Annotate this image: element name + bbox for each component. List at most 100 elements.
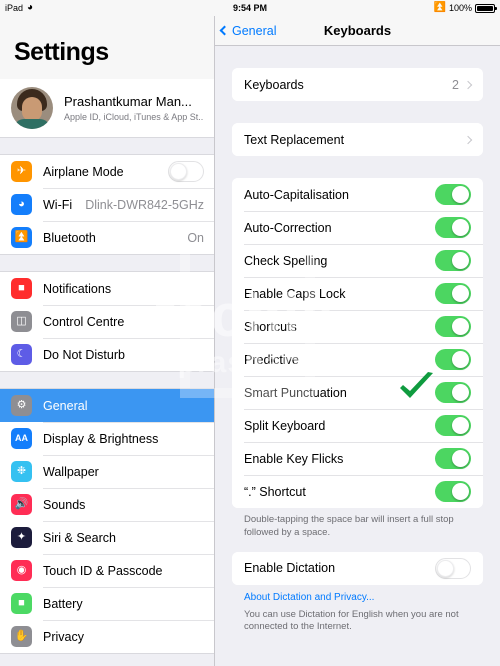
row-enable-key-flicks[interactable]: Enable Key Flicks [232, 442, 483, 475]
sidebar-item-label: Do Not Disturb [43, 347, 125, 362]
detail-scroll-area[interactable]: Keyboards 2 Text Replacement Auto-Capita… [215, 46, 500, 666]
wifi-network-value: Dlink-DWR842-5GHz [85, 197, 204, 212]
enable-key-flicks-toggle[interactable] [435, 448, 471, 469]
sidebar-item-wifi[interactable]: ◕ Wi-Fi Dlink-DWR842-5GHz [0, 188, 214, 221]
row-enable-dictation[interactable]: Enable Dictation [232, 551, 483, 585]
bluetooth-icon: ⏫ [433, 2, 446, 13]
settings-sidebar[interactable]: Settings Prashantkumar Man... Apple ID, … [0, 16, 215, 666]
chevron-left-icon [219, 25, 230, 36]
status-bar: iPad ◕ 9:54 PM ⏫ 100% [0, 0, 500, 16]
row-split-keyboard[interactable]: Split Keyboard [232, 409, 483, 442]
sidebar-item-label: Notifications [43, 281, 112, 296]
privacy-hand-icon: ✋ [11, 626, 32, 647]
row-auto-capitalisation[interactable]: Auto-Capitalisation [232, 178, 483, 211]
battery-full-icon [475, 3, 497, 13]
period-shortcut-toggle[interactable] [435, 481, 471, 502]
auto-capitalisation-toggle[interactable] [435, 184, 471, 205]
smart-punctuation-toggle[interactable] [435, 382, 471, 403]
sidebar-item-label: Siri & Search [43, 530, 116, 545]
sidebar-item-do-not-disturb[interactable]: ☾ Do Not Disturb [0, 338, 214, 371]
sidebar-item-label: Sounds [43, 497, 86, 512]
wifi-icon: ◕ [11, 194, 32, 215]
profile-name: Prashantkumar Man... [64, 94, 192, 109]
row-label: Auto-Correction [244, 220, 332, 235]
sidebar-item-label: General [43, 398, 88, 413]
row-auto-correction[interactable]: Auto-Correction [232, 211, 483, 244]
row-label: Predictive [244, 352, 299, 367]
predictive-toggle[interactable] [435, 349, 471, 370]
sidebar-item-display-brightness[interactable]: AA Display & Brightness [0, 422, 214, 455]
row-keyboards[interactable]: Keyboards 2 [232, 68, 483, 101]
auto-correction-toggle[interactable] [435, 217, 471, 238]
enable-caps-lock-toggle[interactable] [435, 283, 471, 304]
do-not-disturb-icon: ☾ [11, 344, 32, 365]
row-check-spelling[interactable]: Check Spelling [232, 244, 483, 277]
row-period-shortcut[interactable]: “.” Shortcut [232, 475, 483, 508]
enable-dictation-toggle[interactable] [435, 557, 471, 579]
sidebar-item-label: Display & Brightness [43, 431, 159, 446]
row-label: Split Keyboard [244, 418, 326, 433]
sidebar-item-notifications[interactable]: ■ Notifications [0, 272, 214, 305]
keyboard-options-footnote: Double-tapping the space bar will insert… [244, 514, 454, 538]
row-label: Enable Caps Lock [244, 286, 346, 301]
row-label: Keyboards [244, 77, 304, 92]
dictation-footnote: You can use Dictation for English when y… [244, 608, 459, 633]
sidebar-item-siri-search[interactable]: ✦ Siri & Search [0, 521, 214, 554]
airplane-mode-toggle[interactable] [168, 161, 204, 182]
page-title: Settings [0, 16, 214, 79]
user-avatar [11, 87, 53, 129]
sidebar-group-alerts: ■ Notifications ◫ Control Centre ☾ Do No… [0, 272, 214, 371]
keyboards-detail-pane: General Keyboards Keyboards 2 Text Repla… [215, 16, 500, 666]
sidebar-item-sounds[interactable]: 🔊 Sounds [0, 488, 214, 521]
sidebar-item-wallpaper[interactable]: ❉ Wallpaper [0, 455, 214, 488]
sidebar-item-touch-id-passcode[interactable]: ◉ Touch ID & Passcode [0, 554, 214, 587]
status-bar-clock: 9:54 PM [232, 3, 267, 13]
sidebar-item-control-centre[interactable]: ◫ Control Centre [0, 305, 214, 338]
sidebar-divider [0, 137, 214, 155]
sidebar-item-label: Wi-Fi [43, 197, 73, 212]
sidebar-group-connectivity: ✈ Airplane Mode ◕ Wi-Fi Dlink-DWR842-5GH… [0, 155, 214, 254]
sidebar-divider [0, 371, 214, 389]
row-label: Enable Key Flicks [244, 451, 344, 466]
airplane-icon: ✈ [11, 161, 32, 182]
sidebar-item-label: Airplane Mode [43, 164, 124, 179]
split-view: Settings Prashantkumar Man... Apple ID, … [0, 16, 500, 666]
row-label: Auto-Capitalisation [244, 187, 349, 202]
row-label: Shortcuts [244, 319, 297, 334]
split-keyboard-toggle[interactable] [435, 415, 471, 436]
sidebar-item-bluetooth[interactable]: ⏫ Bluetooth On [0, 221, 214, 254]
check-spelling-toggle[interactable] [435, 250, 471, 271]
sidebar-item-airplane-mode[interactable]: ✈ Airplane Mode [0, 155, 214, 188]
row-shortcuts[interactable]: Shortcuts [232, 310, 483, 343]
row-text-replacement[interactable]: Text Replacement [232, 123, 483, 156]
section-keyboards: Keyboards 2 [232, 68, 483, 101]
row-predictive[interactable]: Predictive [232, 343, 483, 376]
row-label: Smart Punctuation [244, 385, 347, 400]
row-smart-punctuation[interactable]: Smart Punctuation [232, 376, 483, 409]
row-label: “.” Shortcut [244, 484, 306, 499]
sidebar-item-battery[interactable]: ■ Battery [0, 587, 214, 620]
row-label: Enable Dictation [244, 561, 336, 576]
sidebar-item-privacy[interactable]: ✋ Privacy [0, 620, 214, 653]
about-dictation-privacy-link[interactable]: About Dictation and Privacy... [232, 585, 483, 603]
notifications-icon: ■ [11, 278, 32, 299]
sounds-icon: 🔊 [11, 494, 32, 515]
row-label: Check Spelling [244, 253, 328, 268]
shortcuts-toggle[interactable] [435, 316, 471, 337]
status-bar-right: ⏫ 100% [434, 3, 500, 13]
back-button-general[interactable]: General [215, 24, 276, 38]
apple-id-profile-row[interactable]: Prashantkumar Man... Apple ID, iCloud, i… [0, 79, 214, 137]
wallpaper-icon: ❉ [11, 461, 32, 482]
sidebar-item-general[interactable]: ⚙ General [0, 389, 214, 422]
chevron-right-icon [463, 80, 473, 89]
sidebar-item-label: Wallpaper [43, 464, 99, 479]
sidebar-item-label: Battery [43, 596, 83, 611]
row-enable-caps-lock[interactable]: Enable Caps Lock [232, 277, 483, 310]
sidebar-divider [0, 254, 214, 272]
navigation-bar: General Keyboards [215, 16, 500, 46]
sidebar-item-label: Privacy [43, 629, 84, 644]
sidebar-item-label: Bluetooth [43, 230, 96, 245]
bluetooth-status-value: On [187, 230, 204, 245]
